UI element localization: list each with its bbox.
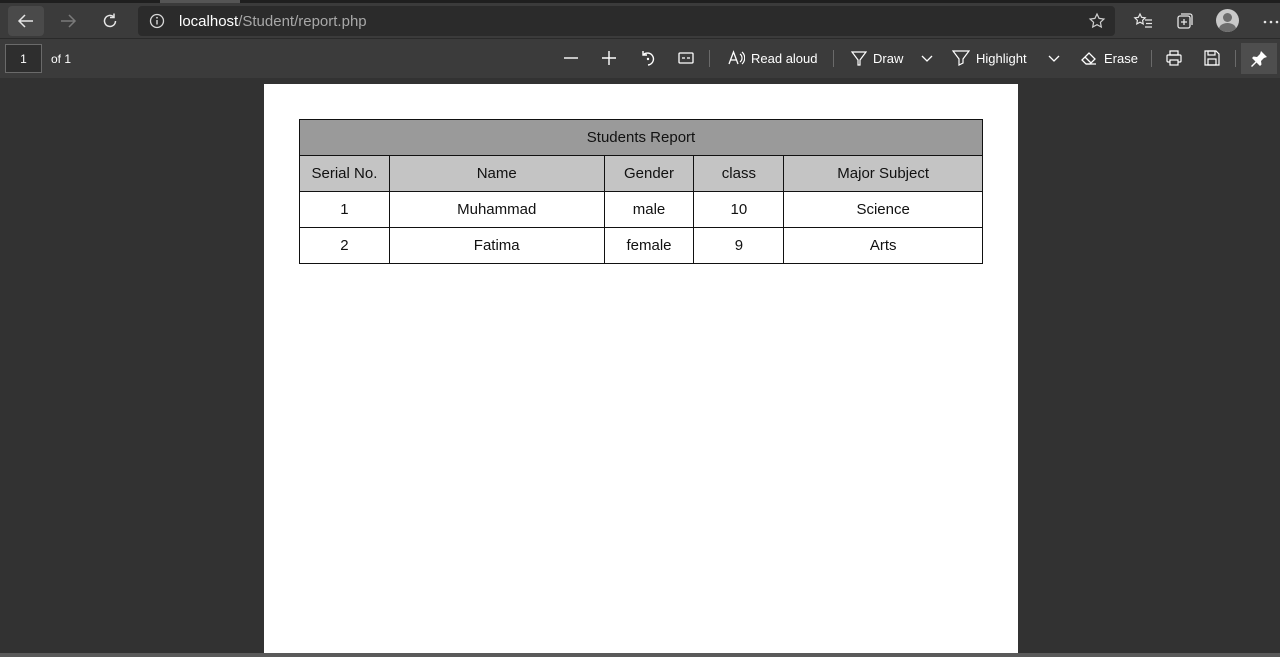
read-aloud-button[interactable]: Read aloud xyxy=(727,45,818,71)
highlight-button[interactable]: Highlight xyxy=(952,45,1027,71)
column-header: Name xyxy=(388,155,605,192)
report-title: Students Report xyxy=(299,119,983,156)
bottom-edge xyxy=(0,653,1280,657)
print-icon xyxy=(1166,50,1182,66)
eraser-icon xyxy=(1081,52,1096,65)
forward-button[interactable] xyxy=(50,6,86,36)
table-cell: Muhammad xyxy=(388,191,605,228)
page-number-input[interactable]: 1 xyxy=(5,44,42,73)
highlight-icon xyxy=(952,50,970,66)
browser-toolbar: localhost/Student/report.php xyxy=(0,3,1280,38)
table-row: 1 Muhammad male 10 Science xyxy=(299,191,983,228)
table-cell: Fatima xyxy=(388,227,605,264)
url-text[interactable]: localhost/Student/report.php xyxy=(179,13,367,30)
toolbar-separator xyxy=(1235,50,1236,67)
back-button[interactable] xyxy=(8,6,44,36)
refresh-button[interactable] xyxy=(92,6,128,36)
chevron-down-icon xyxy=(1048,55,1060,62)
refresh-icon xyxy=(103,13,117,28)
highlight-label: Highlight xyxy=(976,50,1027,66)
pdf-viewer[interactable]: Students Report Serial No. Name Gender c… xyxy=(0,78,1280,657)
column-header: Serial No. xyxy=(299,155,390,192)
table-row: 2 Fatima female 9 Arts xyxy=(299,227,983,264)
table-cell: 10 xyxy=(693,191,785,228)
collections-icon[interactable] xyxy=(1173,9,1197,33)
print-button[interactable] xyxy=(1165,45,1183,71)
avatar-head xyxy=(1223,13,1232,22)
students-report-table: Students Report Serial No. Name Gender c… xyxy=(299,119,983,264)
back-arrow-icon xyxy=(17,14,33,28)
read-aloud-icon xyxy=(728,50,745,65)
save-icon xyxy=(1204,50,1220,66)
draw-icon xyxy=(851,51,867,66)
table-cell: male xyxy=(603,191,695,228)
profile-avatar[interactable] xyxy=(1216,9,1239,32)
read-aloud-label: Read aloud xyxy=(751,50,818,66)
url-path: /Student/report.php xyxy=(238,13,367,30)
table-cell: Science xyxy=(783,191,983,228)
pdf-toolbar: 1 of 1 Read aloud Draw Highlight Erase xyxy=(0,38,1280,78)
fit-page-button[interactable] xyxy=(677,45,695,71)
draw-label: Draw xyxy=(873,50,904,66)
table-cell: female xyxy=(603,227,695,264)
column-header: Major Subject xyxy=(783,155,983,192)
page-count: of 1 xyxy=(51,52,72,66)
table-cell: 2 xyxy=(299,227,390,264)
plus-icon xyxy=(602,51,616,65)
draw-button[interactable]: Draw xyxy=(851,45,903,71)
url-host: localhost xyxy=(179,13,239,30)
forward-arrow-icon xyxy=(61,14,77,28)
more-menu-icon[interactable] xyxy=(1259,9,1280,33)
highlight-options-dropdown[interactable] xyxy=(1047,45,1061,71)
table-cell: 1 xyxy=(299,191,390,228)
table-header-row: Serial No. Name Gender class Major Subje… xyxy=(299,155,983,192)
draw-options-dropdown[interactable] xyxy=(920,45,934,71)
table-cell: 9 xyxy=(693,227,785,264)
fit-to-page-icon xyxy=(678,52,694,64)
zoom-in-button[interactable] xyxy=(600,45,618,71)
site-info-icon[interactable] xyxy=(148,12,166,30)
erase-label: Erase xyxy=(1104,50,1138,66)
erase-button[interactable]: Erase xyxy=(1080,45,1138,71)
pin-toolbar-button[interactable] xyxy=(1241,43,1277,74)
address-bar[interactable]: localhost/Student/report.php xyxy=(138,6,1115,36)
favorites-icon[interactable] xyxy=(1131,9,1155,33)
rotate-icon xyxy=(642,51,655,66)
pin-icon xyxy=(1251,50,1267,67)
table-cell: Arts xyxy=(783,227,983,264)
pdf-page: Students Report Serial No. Name Gender c… xyxy=(264,84,1018,657)
column-header: Gender xyxy=(603,155,695,192)
toolbar-separator xyxy=(709,50,710,67)
toolbar-separator xyxy=(833,50,834,67)
rotate-button[interactable] xyxy=(639,45,657,71)
save-button[interactable] xyxy=(1203,45,1221,71)
toolbar-separator xyxy=(1151,50,1152,67)
chevron-down-icon xyxy=(921,55,933,62)
avatar-body xyxy=(1219,23,1236,32)
add-favorite-star-icon[interactable] xyxy=(1088,12,1106,30)
minus-icon xyxy=(564,57,578,59)
column-header: class xyxy=(693,155,785,192)
zoom-out-button[interactable] xyxy=(562,45,580,71)
